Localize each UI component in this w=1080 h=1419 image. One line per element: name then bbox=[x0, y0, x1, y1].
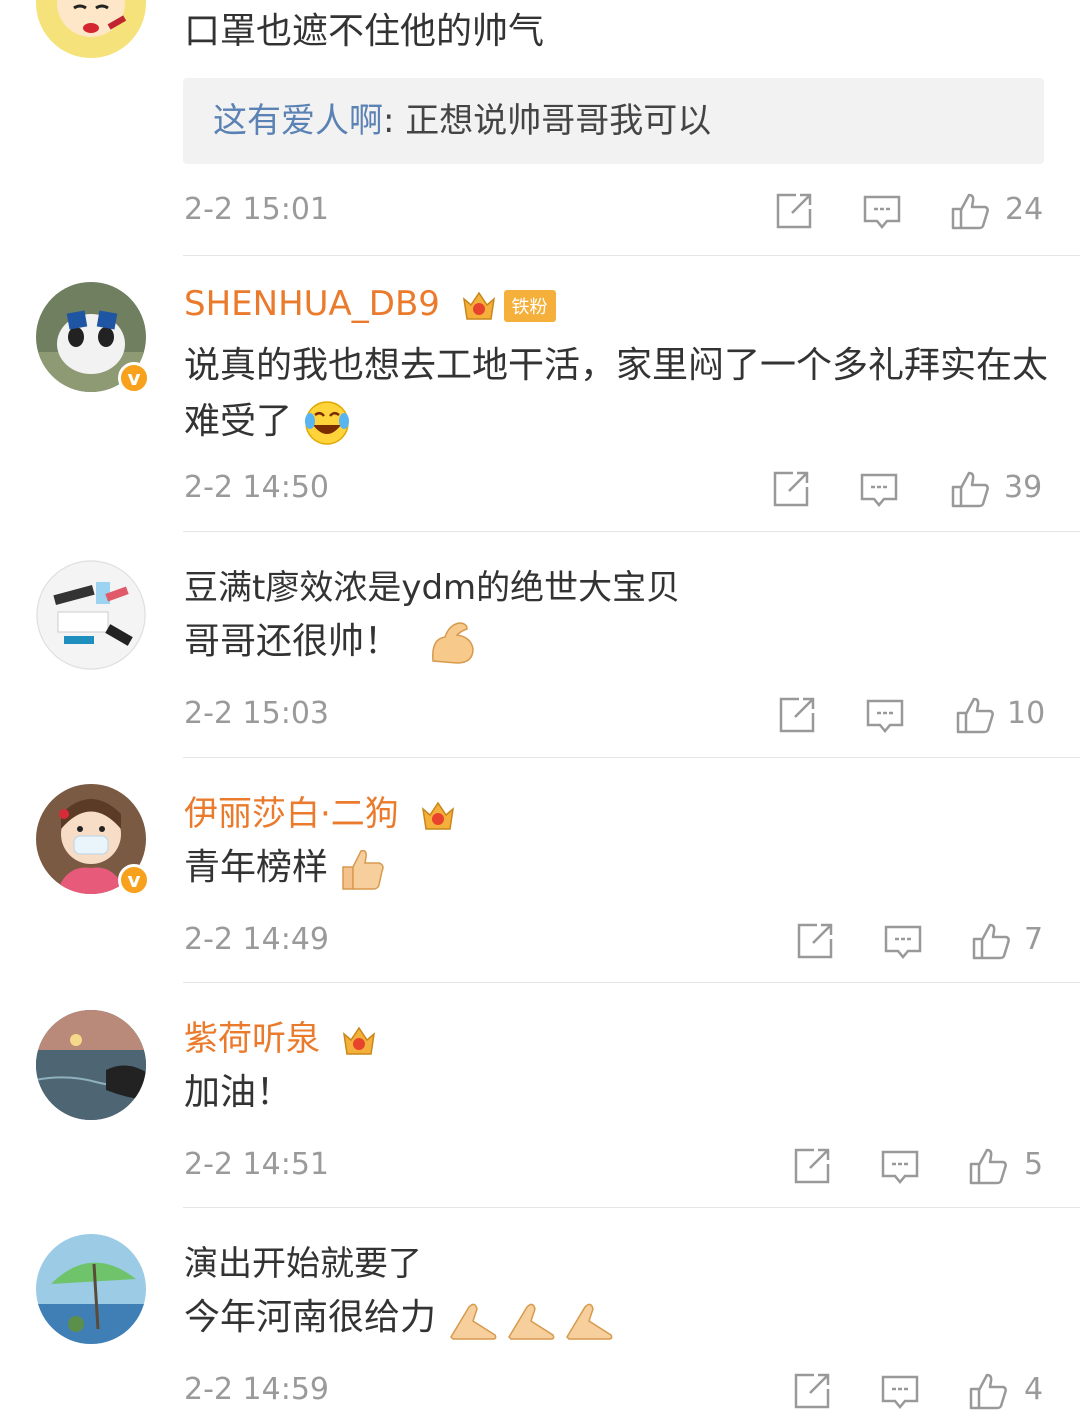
like-count: 4 bbox=[1024, 1372, 1044, 1407]
crown-badge-icon bbox=[421, 801, 454, 830]
share-icon[interactable] bbox=[792, 1146, 832, 1186]
like-count: 24 bbox=[1005, 192, 1044, 227]
like-count: 10 bbox=[1007, 696, 1046, 731]
comment-time: 2-2 15:03 bbox=[184, 696, 329, 731]
comment-icon[interactable] bbox=[859, 469, 899, 509]
share-icon[interactable] bbox=[774, 191, 814, 231]
thumbs-up-icon[interactable] bbox=[950, 191, 990, 231]
crown-badge-icon bbox=[342, 1026, 375, 1055]
comment-text: 哥哥还很帅！ bbox=[184, 614, 1054, 670]
avatar-image bbox=[36, 1234, 146, 1344]
username[interactable]: 紫荷听泉 bbox=[184, 1019, 320, 1059]
username-row: SHENHUA_DB9 铁粉 bbox=[184, 284, 556, 324]
thumbs-up-icon[interactable] bbox=[971, 921, 1011, 961]
flexed-biceps-emoji-icon bbox=[432, 622, 475, 664]
comment-time: 2-2 15:01 bbox=[184, 192, 329, 227]
username-row: 伊丽莎白·二狗 bbox=[184, 786, 456, 835]
share-icon[interactable] bbox=[777, 695, 817, 735]
comment-text-body: 哥哥还很帅！ bbox=[184, 621, 401, 662]
comment-item: v 伊丽莎白·二狗 青年榜样 2-2 14:49 7 bbox=[0, 758, 1080, 983]
thumbs-up-icon[interactable] bbox=[950, 469, 990, 509]
comment-list: 口罩也遮不住他的帅气 这有爱人啊: 正想说帅哥哥我可以 2-2 15:01 24 bbox=[0, 0, 1080, 1419]
comment-text: 青年榜样 bbox=[184, 840, 1054, 896]
comment-icon[interactable] bbox=[880, 1146, 920, 1186]
username[interactable]: 伊丽莎白·二狗 bbox=[184, 794, 399, 834]
praying-hands-emoji-icon bbox=[508, 1303, 555, 1340]
share-icon[interactable] bbox=[795, 921, 835, 961]
comment-time: 2-2 14:59 bbox=[184, 1372, 329, 1407]
thumbs-up-emoji-icon bbox=[342, 849, 385, 890]
comment-item: 紫荷听泉 加油！ 2-2 14:51 5 bbox=[0, 983, 1080, 1208]
comment-time: 2-2 14:51 bbox=[184, 1147, 329, 1182]
avatar[interactable]: v bbox=[36, 282, 150, 394]
username[interactable]: SHENHUA_DB9 bbox=[184, 284, 440, 324]
avatar[interactable]: v bbox=[36, 784, 150, 896]
username-row: 演出开始就要了 bbox=[184, 1236, 422, 1285]
like-count: 5 bbox=[1024, 1147, 1044, 1182]
comment-text: 说真的我也想去工地干活，家里闷了一个多礼拜实在太难受了 bbox=[184, 338, 1054, 450]
username[interactable]: 演出开始就要了 bbox=[184, 1244, 422, 1284]
comment-text: 口罩也遮不住他的帅气 bbox=[184, 11, 545, 52]
comment-item: 豆满t廖效浓是ydm的绝世大宝贝 哥哥还很帅！ 2-2 15:03 10 bbox=[0, 532, 1080, 758]
comment-item: 口罩也遮不住他的帅气 这有爱人啊: 正想说帅哥哥我可以 2-2 15:01 24 bbox=[0, 0, 1080, 256]
comment-icon[interactable] bbox=[880, 1371, 920, 1411]
comment-icon[interactable] bbox=[862, 191, 902, 231]
laugh-cry-emoji-icon bbox=[305, 401, 350, 445]
reply-username[interactable]: 这有爱人啊 bbox=[213, 101, 383, 141]
share-icon[interactable] bbox=[771, 469, 811, 509]
share-icon[interactable] bbox=[792, 1371, 832, 1411]
verified-v-icon: v bbox=[118, 362, 150, 394]
comment-text-body: 今年河南很给力 bbox=[184, 1297, 437, 1338]
avatar[interactable] bbox=[36, 1010, 146, 1120]
username-row: 豆满t廖效浓是ydm的绝世大宝贝 bbox=[184, 560, 680, 609]
thumbs-up-icon[interactable] bbox=[955, 695, 995, 735]
avatar[interactable] bbox=[36, 560, 146, 670]
comment-time: 2-2 14:49 bbox=[184, 922, 329, 957]
avatar-image bbox=[36, 560, 146, 670]
comment-text: 加油！ bbox=[184, 1072, 293, 1113]
thumbs-up-icon[interactable] bbox=[968, 1146, 1008, 1186]
comment-time: 2-2 14:50 bbox=[184, 470, 329, 505]
reply-text: : 正想说帅哥哥我可以 bbox=[383, 101, 712, 141]
username[interactable]: 豆满t廖效浓是ydm的绝世大宝贝 bbox=[184, 568, 680, 608]
praying-hands-emoji-icon bbox=[566, 1303, 613, 1340]
crown-badge-icon bbox=[462, 291, 495, 320]
reply-box[interactable]: 这有爱人啊: 正想说帅哥哥我可以 bbox=[183, 78, 1044, 164]
comment-text: 今年河南很给力 bbox=[184, 1290, 1054, 1346]
comment-text-body: 青年榜样 bbox=[184, 847, 329, 888]
comment-icon[interactable] bbox=[865, 695, 905, 735]
fan-tag: 铁粉 bbox=[503, 289, 556, 322]
comment-item: 演出开始就要了 今年河南很给力 2-2 14:59 4 bbox=[0, 1208, 1080, 1419]
like-count: 39 bbox=[1004, 470, 1043, 505]
comment-icon[interactable] bbox=[883, 921, 923, 961]
avatar-image bbox=[36, 1010, 146, 1120]
avatar-image bbox=[36, 0, 146, 58]
username-row: 紫荷听泉 bbox=[184, 1011, 377, 1060]
verified-v-icon: v bbox=[118, 864, 150, 896]
avatar[interactable] bbox=[36, 0, 146, 58]
praying-hands-emoji-icon bbox=[450, 1303, 497, 1340]
comment-item: v SHENHUA_DB9 铁粉 说真的我也想去工地干活，家里闷了一个多礼拜实在… bbox=[0, 256, 1080, 532]
like-count: 7 bbox=[1024, 922, 1044, 957]
avatar[interactable] bbox=[36, 1234, 146, 1344]
thumbs-up-icon[interactable] bbox=[968, 1371, 1008, 1411]
